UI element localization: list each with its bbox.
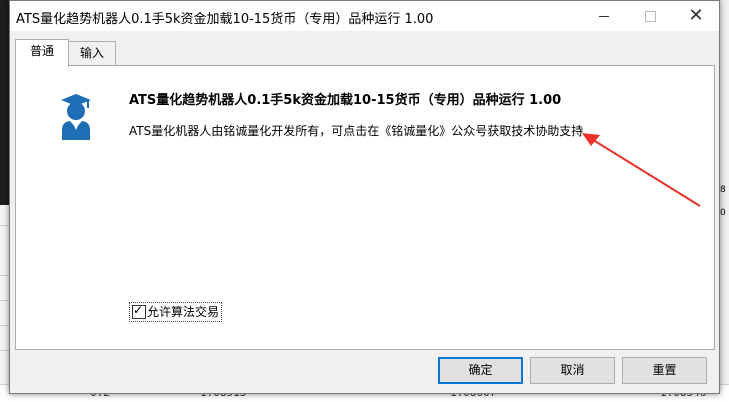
- ok-button[interactable]: 确定: [438, 357, 523, 384]
- window-title: ATS量化趋势机器人0.1手5k资金加载10-15货币（专用）品种运行 1.00: [16, 12, 434, 27]
- expert-description: ATS量化机器人由铭诚量化开发所有，可点击在《铭诚量化》公众号获取技术协助支持: [129, 124, 584, 138]
- expert-advisor-icon: [59, 90, 93, 145]
- title-bar[interactable]: ATS量化趋势机器人0.1手5k资金加载10-15货币（专用）品种运行 1.00…: [10, 1, 719, 31]
- close-button[interactable]: ✕: [673, 1, 719, 31]
- allow-algo-trading-checkbox[interactable]: ✓ 允许算法交易: [129, 302, 223, 322]
- reset-button[interactable]: 重置: [622, 357, 707, 384]
- checkbox-label: 允许算法交易: [147, 305, 220, 319]
- maximize-icon: [645, 11, 656, 22]
- cancel-button[interactable]: 取消: [530, 357, 615, 384]
- minimize-icon: [599, 16, 609, 17]
- close-icon: ✕: [688, 5, 704, 26]
- tab-general[interactable]: 普通: [15, 39, 69, 67]
- checkmark-icon: ✓: [133, 303, 144, 317]
- maximize-button: [627, 1, 673, 31]
- general-panel: ATS量化趋势机器人0.1手5k资金加载10-15货币（专用）品种运行 1.00…: [15, 65, 715, 350]
- annotation-arrow-icon: [576, 126, 706, 214]
- checkbox-box[interactable]: ✓: [132, 303, 146, 319]
- minimize-button[interactable]: [581, 1, 627, 31]
- expert-heading: ATS量化趋势机器人0.1手5k资金加载10-15货币（专用）品种运行 1.00: [129, 93, 562, 108]
- tab-inputs[interactable]: 输入: [68, 41, 116, 66]
- expert-properties-dialog: ATS量化趋势机器人0.1手5k资金加载10-15货币（专用）品种运行 1.00…: [9, 0, 720, 394]
